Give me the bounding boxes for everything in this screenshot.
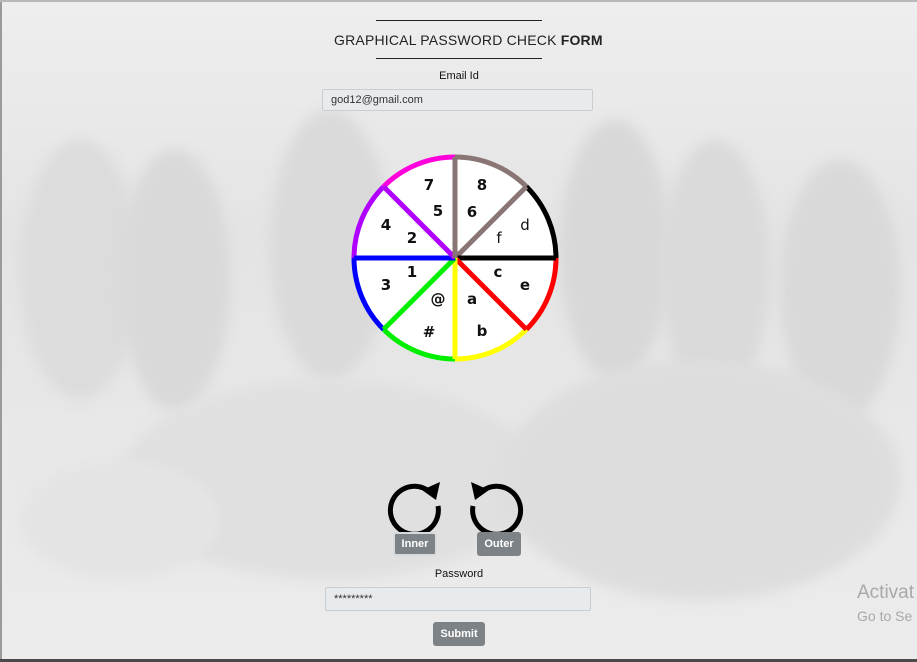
outer-label-3[interactable]: e [520, 276, 530, 294]
outer-label-1[interactable]: 8 [477, 176, 487, 194]
inner-label-7[interactable]: 2 [407, 229, 417, 247]
window-edge-left [0, 0, 2, 662]
password-field[interactable] [325, 587, 591, 611]
password-label: Password [434, 568, 484, 580]
rotate-clockwise-icon[interactable] [384, 472, 444, 532]
title-rule-bottom [376, 58, 542, 59]
inner-label-1[interactable]: 6 [467, 203, 477, 221]
title-text: GRAPHICAL PASSWORD CHECK [334, 32, 561, 48]
outer-label-5[interactable]: # [423, 323, 436, 341]
inner-label-3[interactable]: c [494, 263, 503, 281]
submit-button[interactable]: Submit [433, 622, 485, 646]
inner-label-2[interactable]: f [496, 229, 502, 247]
email-field[interactable] [322, 89, 593, 111]
rotate-counterclockwise-icon[interactable] [467, 472, 527, 532]
inner-label-4[interactable]: a [467, 290, 477, 308]
outer-label-6[interactable]: 3 [381, 276, 391, 294]
windows-activation-watermark: Activat Go to Se [857, 582, 914, 624]
outer-label-4[interactable]: b [477, 322, 488, 340]
watermark-line-1: Activat [857, 582, 915, 603]
inner-label-5[interactable]: @ [431, 290, 446, 308]
title-bold-text: FORM [560, 32, 603, 48]
password-wheel[interactable]: 8 d e b # 3 4 7 6 f c a @ 1 2 5 [351, 153, 561, 363]
watermark-line-2: Go to Se [857, 608, 913, 624]
inner-label-8[interactable]: 5 [433, 202, 443, 220]
window-edge-top [0, 0, 917, 2]
outer-label-7[interactable]: 4 [381, 216, 391, 234]
page-title: GRAPHICAL PASSWORD CHECK FORM [334, 21, 603, 58]
outer-label-2[interactable]: d [520, 216, 530, 234]
inner-rotate-button[interactable]: Inner [393, 532, 437, 556]
email-label: Email Id [439, 70, 479, 82]
wheel-dividers [354, 157, 556, 359]
form-header: GRAPHICAL PASSWORD CHECK FORM [334, 20, 603, 59]
outer-label-8[interactable]: 7 [424, 176, 434, 194]
outer-rotate-button[interactable]: Outer [477, 532, 521, 556]
inner-label-6[interactable]: 1 [407, 263, 417, 281]
